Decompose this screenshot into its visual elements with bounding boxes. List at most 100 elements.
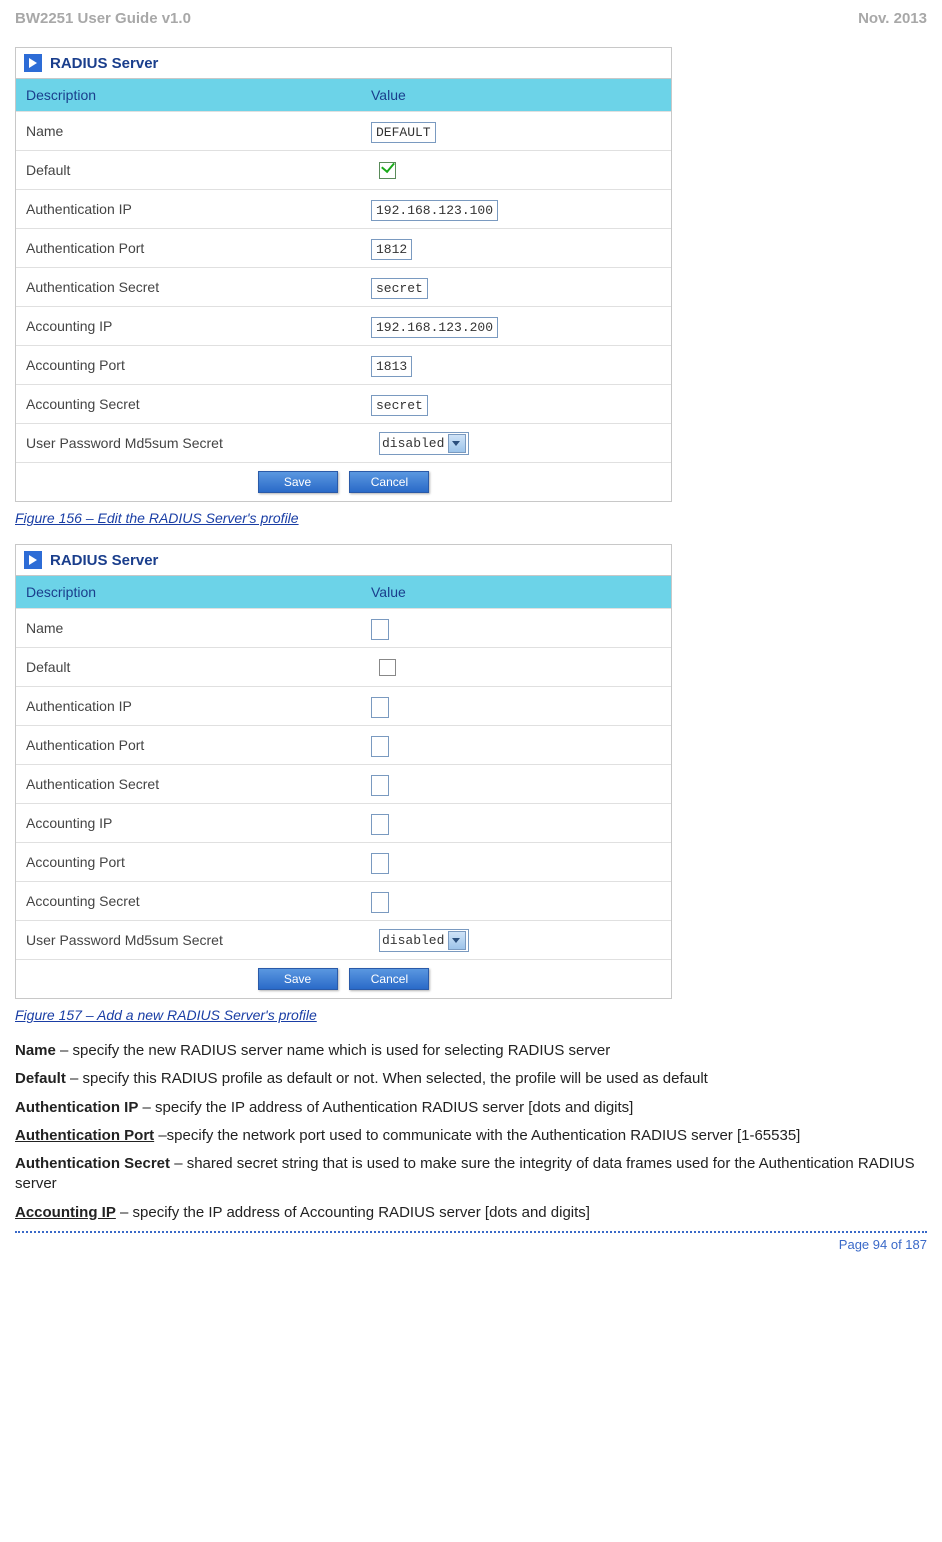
save-button[interactable]: Save [258, 471, 338, 493]
row-value-cell: disabled [361, 923, 671, 958]
table-row: Authentication Secret [16, 764, 671, 803]
definition-term: Authentication Secret [15, 1155, 170, 1172]
figure-caption-156: Figure 156 – Edit the RADIUS Server's pr… [15, 510, 927, 526]
table-row: Authentication IP [16, 686, 671, 725]
doc-title: BW2251 User Guide v1.0 [15, 10, 191, 27]
checkbox[interactable] [379, 659, 396, 676]
definition-paragraph: Name – specify the new RADIUS server nam… [15, 1041, 927, 1061]
definition-paragraph: Accounting IP – specify the IP address o… [15, 1203, 927, 1223]
text-input[interactable] [371, 775, 389, 796]
row-value-cell [361, 614, 671, 643]
table-row: Name [16, 608, 671, 647]
definition-term: Default [15, 1070, 66, 1087]
row-label: Default [16, 651, 361, 683]
select-dropdown[interactable]: disabled [379, 432, 469, 455]
text-input[interactable]: 1813 [371, 356, 412, 377]
row-value-cell [361, 731, 671, 760]
table-row: Accounting Secretsecret [16, 384, 671, 423]
table-header: Description Value [16, 576, 671, 608]
select-value: disabled [382, 436, 444, 451]
table-row: Accounting IP 192.168.123.200 [16, 306, 671, 345]
row-label: Authentication Secret [16, 768, 361, 800]
definition-term: Authentication IP [15, 1099, 138, 1116]
panel-title-text: RADIUS Server [50, 552, 158, 569]
cancel-button[interactable]: Cancel [349, 471, 429, 493]
chevron-down-icon[interactable] [448, 931, 466, 950]
col-header-value: Value [361, 576, 671, 608]
select-value: disabled [382, 933, 444, 948]
table-row: Authentication Secret secret [16, 267, 671, 306]
row-label: Accounting IP [16, 310, 361, 342]
col-header-description: Description [16, 576, 361, 608]
doc-date: Nov. 2013 [858, 10, 927, 27]
row-label: Accounting Port [16, 349, 361, 381]
text-input[interactable]: secret [371, 395, 428, 416]
row-label: Accounting Port [16, 846, 361, 878]
row-value-cell [361, 770, 671, 799]
table-header: Description Value [16, 79, 671, 111]
row-label: Authentication Port [16, 729, 361, 761]
col-header-value: Value [361, 79, 671, 111]
row-label: Accounting Secret [16, 885, 361, 917]
select-dropdown[interactable]: disabled [379, 929, 469, 952]
row-value-cell: secret [361, 390, 671, 419]
panel-title-bar: RADIUS Server [16, 545, 671, 576]
save-button[interactable]: Save [258, 968, 338, 990]
row-value-cell: 1813 [361, 351, 671, 380]
panel-title-text: RADIUS Server [50, 55, 158, 72]
definition-paragraph: Authentication Port –specify the network… [15, 1126, 927, 1146]
definition-text: – specify the IP address of Authenticati… [138, 1099, 633, 1116]
row-value-cell [361, 848, 671, 877]
table-row: Default [16, 647, 671, 686]
col-header-description: Description [16, 79, 361, 111]
page-footer: Page 94 of 187 [15, 1231, 927, 1252]
figure-caption-157: Figure 157 – Add a new RADIUS Server's p… [15, 1007, 927, 1023]
row-label: User Password Md5sum Secret [16, 427, 361, 459]
text-input[interactable]: 192.168.123.100 [371, 200, 498, 221]
text-input[interactable] [371, 892, 389, 913]
text-input[interactable] [371, 853, 389, 874]
text-input[interactable] [371, 619, 389, 640]
table-row: Authentication Port [16, 725, 671, 764]
text-input[interactable]: secret [371, 278, 428, 299]
row-value-cell: DEFAULT [361, 117, 671, 146]
arrow-right-icon [24, 54, 42, 72]
row-label: Accounting IP [16, 807, 361, 839]
panel-title-bar: RADIUS Server [16, 48, 671, 79]
text-input[interactable]: 1812 [371, 239, 412, 260]
text-input[interactable]: 192.168.123.200 [371, 317, 498, 338]
cancel-button[interactable]: Cancel [349, 968, 429, 990]
definition-term: Name [15, 1042, 56, 1059]
text-input[interactable] [371, 814, 389, 835]
chevron-down-icon[interactable] [448, 434, 466, 453]
page-header: BW2251 User Guide v1.0 Nov. 2013 [15, 10, 927, 27]
table-row: Default [16, 150, 671, 189]
button-row: Save Cancel [16, 959, 671, 998]
table-row: Authentication Port1812 [16, 228, 671, 267]
text-input[interactable] [371, 736, 389, 757]
text-input[interactable] [371, 697, 389, 718]
checkbox[interactable] [379, 162, 396, 179]
radius-panel-add: RADIUS Server Description Value Name Def… [15, 544, 672, 999]
row-label: Name [16, 612, 361, 644]
row-value-cell: disabled [361, 426, 671, 461]
table-row: Accounting Port [16, 842, 671, 881]
row-value-cell [361, 155, 671, 185]
text-input[interactable]: DEFAULT [371, 122, 436, 143]
row-label: Default [16, 154, 361, 186]
button-row: Save Cancel [16, 462, 671, 501]
table-row: Authentication IP 192.168.123.100 [16, 189, 671, 228]
row-label: Authentication Secret [16, 271, 361, 303]
definition-text: – specify the IP address of Accounting R… [116, 1204, 590, 1221]
row-value-cell: 1812 [361, 234, 671, 263]
row-label: Name [16, 115, 361, 147]
definition-term: Accounting IP [15, 1204, 116, 1221]
definition-paragraph: Authentication Secret – shared secret st… [15, 1154, 927, 1195]
table-row: Accounting Secret [16, 881, 671, 920]
row-label: User Password Md5sum Secret [16, 924, 361, 956]
table-row: Name DEFAULT [16, 111, 671, 150]
row-label: Authentication IP [16, 193, 361, 225]
row-value-cell [361, 887, 671, 916]
row-label: Authentication IP [16, 690, 361, 722]
row-value-cell [361, 652, 671, 682]
